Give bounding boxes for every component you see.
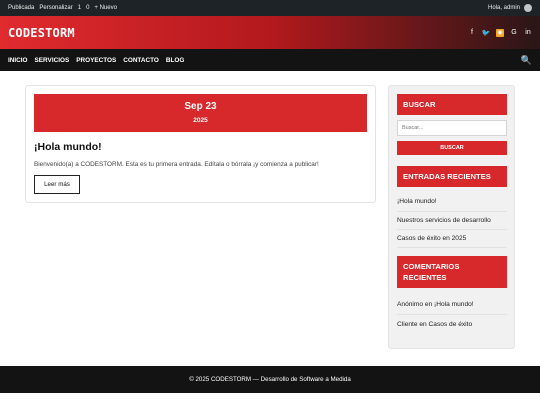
recent-posts-list: ¡Hola mundo! Nuestros servicios de desar… bbox=[397, 194, 507, 248]
facebook-icon[interactable]: f bbox=[468, 29, 476, 37]
nav-item-blog[interactable]: BLOG bbox=[166, 57, 184, 64]
recent-comments-list: Anónimo en ¡Hola mundo! Cliente en Casos… bbox=[397, 296, 507, 334]
social-links: f 🐦 ◉ G in bbox=[468, 28, 532, 37]
recent-post-item[interactable]: Nuestros servicios de desarrollo bbox=[397, 212, 507, 230]
twitter-icon[interactable]: 🐦 bbox=[482, 29, 491, 37]
post-title[interactable]: ¡Hola mundo! bbox=[34, 141, 102, 153]
admin-greeting[interactable]: Hola, admin bbox=[488, 5, 520, 11]
sidebar: BUSCAR BUSCAR ENTRADAS RECIENTES ¡Hola m… bbox=[388, 85, 515, 349]
admin-bar-left: Publicada Personalizar 1 0 + Nuevo bbox=[8, 5, 117, 11]
recent-posts-title: ENTRADAS RECIENTES bbox=[397, 166, 507, 187]
site-footer: © 2025 CODESTORM — Desarrollo de Softwar… bbox=[0, 366, 540, 393]
recent-comment-item[interactable]: Anónimo en ¡Hola mundo! bbox=[397, 296, 507, 315]
avatar[interactable] bbox=[524, 4, 532, 12]
linkedin-icon[interactable]: in bbox=[524, 29, 532, 37]
page-bottom bbox=[0, 393, 540, 405]
google-icon[interactable]: G bbox=[510, 29, 518, 37]
nav-item-proyectos[interactable]: PROYECTOS bbox=[76, 57, 116, 64]
admin-customize-link[interactable]: Personalizar bbox=[39, 5, 72, 11]
main-nav: INICIO SERVICIOS PROYECTOS CONTACTO BLOG… bbox=[0, 49, 540, 71]
admin-updates-count[interactable]: 1 bbox=[78, 5, 81, 11]
site-logo[interactable]: CODESTORM bbox=[8, 26, 75, 40]
post-date-day: Sep 23 bbox=[184, 101, 217, 112]
admin-new-link[interactable]: + Nuevo bbox=[94, 5, 117, 11]
search-icon[interactable]: 🔍 bbox=[521, 55, 532, 66]
read-more-button[interactable]: Leer más bbox=[34, 175, 80, 194]
post-excerpt: Bienvenido(a) a CODESTORM. Esta es tu pr… bbox=[34, 161, 319, 168]
admin-comments-count[interactable]: 0 bbox=[86, 5, 89, 11]
post-card: Sep 23 2025 ¡Hola mundo! Bienvenido(a) a… bbox=[25, 85, 376, 203]
rss-icon[interactable]: ◉ bbox=[496, 28, 504, 37]
search-input[interactable] bbox=[397, 120, 507, 136]
main-content: Sep 23 2025 ¡Hola mundo! Bienvenido(a) a… bbox=[0, 71, 540, 366]
nav-item-servicios[interactable]: SERVICIOS bbox=[35, 57, 70, 64]
nav-item-inicio[interactable]: INICIO bbox=[8, 57, 28, 64]
recent-post-item[interactable]: ¡Hola mundo! bbox=[397, 194, 507, 212]
search-widget-title: BUSCAR bbox=[397, 94, 507, 115]
recent-comment-item[interactable]: Cliente en Casos de éxito bbox=[397, 315, 507, 334]
footer-copyright: © 2025 CODESTORM — Desarrollo de Softwar… bbox=[189, 376, 351, 383]
post-date-badge: Sep 23 2025 bbox=[34, 94, 367, 132]
site-header: CODESTORM f 🐦 ◉ G in bbox=[0, 16, 540, 49]
nav-menu: INICIO SERVICIOS PROYECTOS CONTACTO BLOG bbox=[8, 57, 184, 64]
post-date-year: 2025 bbox=[193, 117, 208, 124]
search-button[interactable]: BUSCAR bbox=[397, 141, 507, 155]
recent-comments-title: COMENTARIOS RECIENTES bbox=[397, 256, 507, 288]
admin-published-link[interactable]: Publicada bbox=[8, 5, 34, 11]
admin-bar-right[interactable]: Hola, admin bbox=[488, 4, 532, 12]
recent-post-item[interactable]: Casos de éxito en 2025 bbox=[397, 230, 507, 248]
admin-bar: Publicada Personalizar 1 0 + Nuevo Hola,… bbox=[0, 0, 540, 16]
nav-item-contacto[interactable]: CONTACTO bbox=[123, 57, 159, 64]
